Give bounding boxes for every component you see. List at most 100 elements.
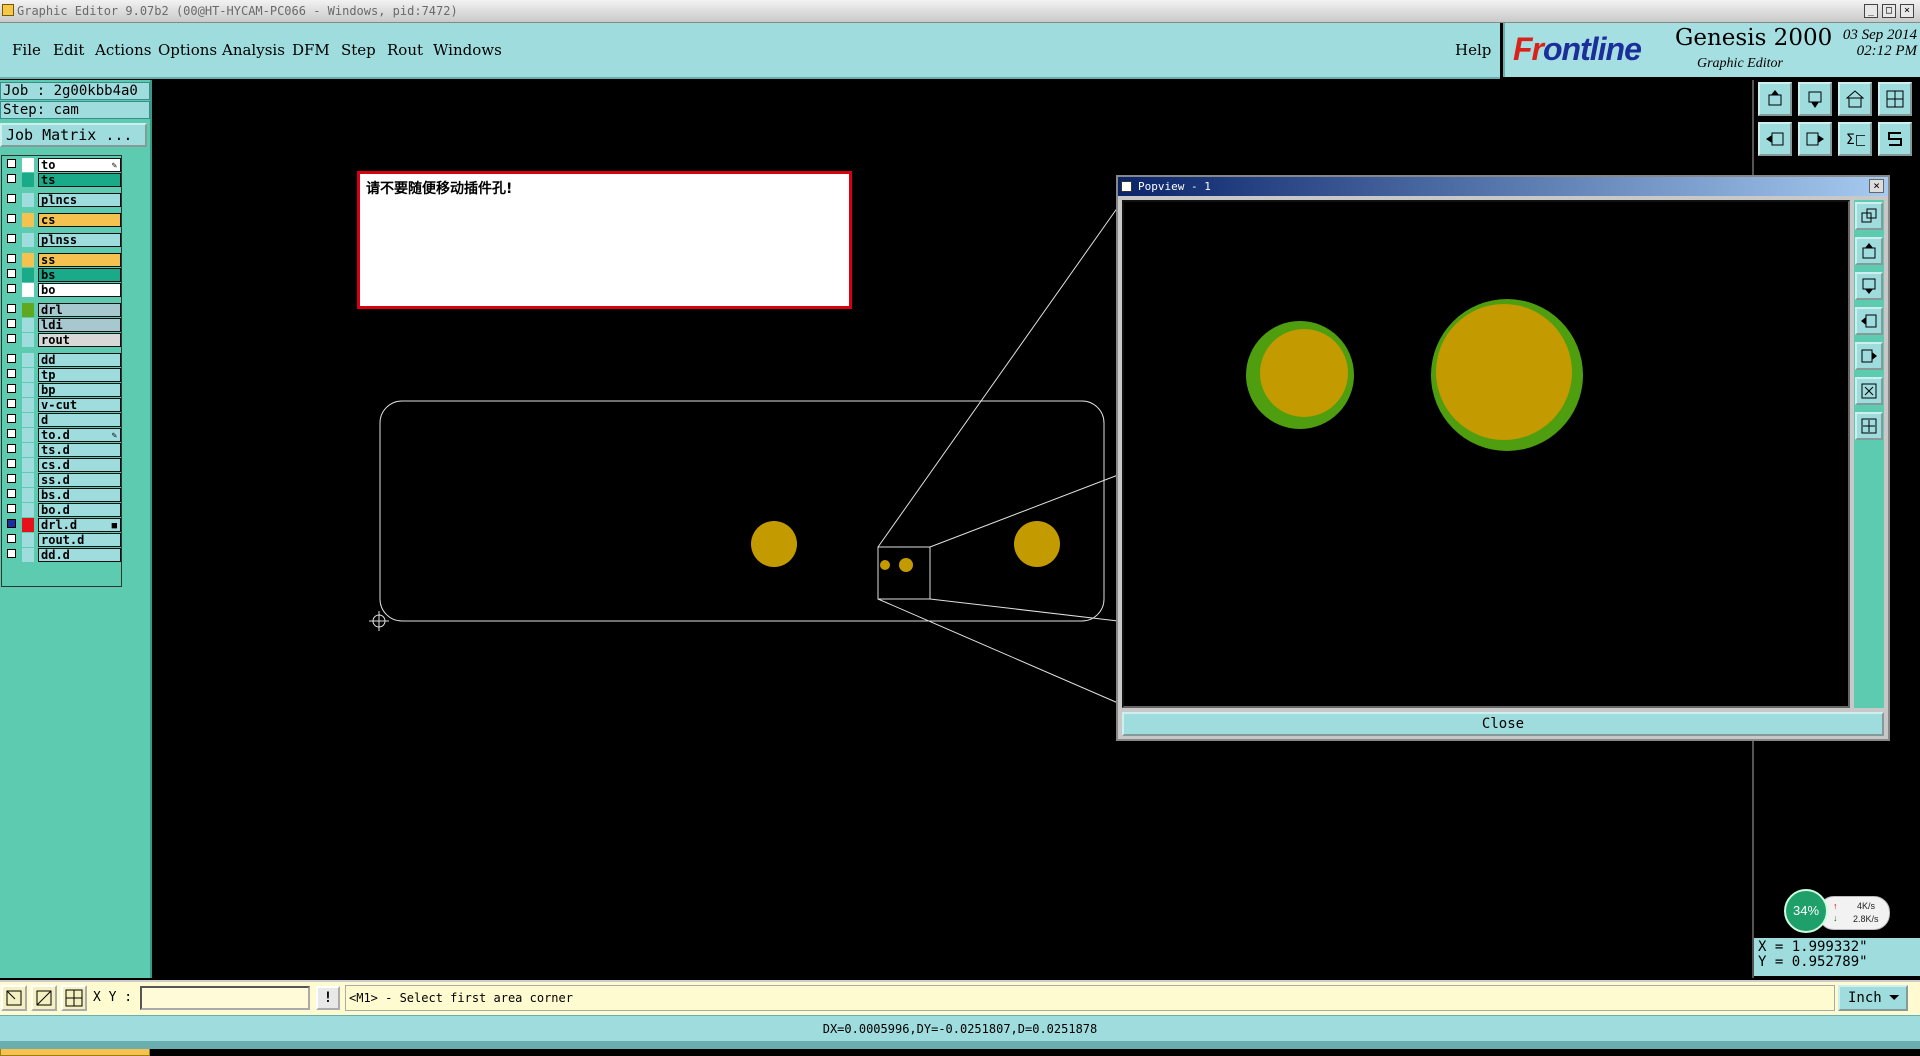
layer-name[interactable]: ts bbox=[38, 173, 121, 187]
popview-tool-3[interactable] bbox=[1855, 272, 1883, 300]
tool-button-8[interactable] bbox=[1878, 122, 1912, 156]
layer-checkbox[interactable] bbox=[7, 444, 16, 453]
popview-tool-2[interactable] bbox=[1855, 237, 1883, 265]
snap-grid-icon[interactable] bbox=[61, 985, 87, 1011]
tool-button-2[interactable] bbox=[1798, 82, 1832, 116]
tool-button-4[interactable] bbox=[1878, 82, 1912, 116]
layer-row[interactable]: dd.d bbox=[4, 548, 121, 562]
layer-checkbox[interactable] bbox=[7, 504, 16, 513]
layer-checkbox[interactable] bbox=[7, 384, 16, 393]
layer-row[interactable]: to ✎ bbox=[4, 158, 121, 172]
layer-name[interactable]: bs bbox=[38, 268, 121, 282]
tool-button-5[interactable] bbox=[1758, 122, 1792, 156]
layer-row[interactable]: dd bbox=[4, 353, 121, 367]
minimize-button[interactable]: _ bbox=[1864, 4, 1878, 18]
layer-checkbox[interactable] bbox=[7, 159, 16, 168]
layer-checkbox[interactable] bbox=[7, 399, 16, 408]
layer-checkbox[interactable] bbox=[7, 284, 16, 293]
layer-name[interactable]: bp bbox=[38, 383, 121, 397]
layer-row[interactable]: ts bbox=[4, 173, 121, 187]
tool-button-1[interactable] bbox=[1758, 82, 1792, 116]
layer-row[interactable]: bs bbox=[4, 268, 121, 282]
layer-row[interactable]: bs.d bbox=[4, 488, 121, 502]
menu-options[interactable]: Options bbox=[158, 41, 217, 59]
layer-checkbox[interactable] bbox=[7, 254, 16, 263]
layer-checkbox[interactable] bbox=[7, 534, 16, 543]
tool-button-6[interactable] bbox=[1798, 122, 1832, 156]
menu-help[interactable]: Help bbox=[1455, 41, 1491, 59]
layer-name[interactable]: rout.d bbox=[38, 533, 121, 547]
layer-row[interactable]: ldi bbox=[4, 318, 121, 332]
menu-windows[interactable]: Windows bbox=[433, 41, 502, 59]
layer-name[interactable]: dd bbox=[38, 353, 121, 367]
layer-name[interactable]: v-cut bbox=[38, 398, 121, 412]
layer-row[interactable]: bp bbox=[4, 383, 121, 397]
layer-row[interactable]: cs bbox=[4, 213, 121, 227]
popview-close-button[interactable]: Close bbox=[1122, 712, 1884, 736]
layer-name[interactable]: ss.d bbox=[38, 473, 121, 487]
layer-checkbox[interactable] bbox=[7, 414, 16, 423]
alert-icon[interactable]: ! bbox=[316, 986, 340, 1010]
layer-checkbox[interactable] bbox=[7, 334, 16, 343]
layer-row[interactable]: tp bbox=[4, 368, 121, 382]
layer-row[interactable]: ss.d bbox=[4, 473, 121, 487]
layer-checkbox[interactable] bbox=[7, 319, 16, 328]
layer-row[interactable]: rout.d bbox=[4, 533, 121, 547]
popview-tool-7[interactable] bbox=[1855, 412, 1883, 440]
layer-name[interactable]: to.d ✎ bbox=[38, 428, 121, 442]
layer-checkbox[interactable] bbox=[7, 354, 16, 363]
layer-checkbox[interactable] bbox=[7, 174, 16, 183]
layer-row[interactable]: ts.d bbox=[4, 443, 121, 457]
layer-name[interactable]: ldi bbox=[38, 318, 121, 332]
layer-name[interactable]: d bbox=[38, 413, 121, 427]
layer-name[interactable]: rout bbox=[38, 333, 121, 347]
layer-checkbox[interactable] bbox=[7, 194, 16, 203]
layer-row[interactable]: d bbox=[4, 413, 121, 427]
layer-checkbox[interactable] bbox=[7, 459, 16, 468]
popview-tool-1[interactable] bbox=[1855, 202, 1883, 230]
layer-name[interactable]: ss bbox=[38, 253, 121, 267]
menu-edit[interactable]: Edit bbox=[53, 41, 84, 59]
layer-name[interactable]: dd.d bbox=[38, 548, 121, 562]
popview-tool-6[interactable] bbox=[1855, 377, 1883, 405]
xy-input[interactable] bbox=[140, 986, 310, 1010]
layer-name[interactable]: drl bbox=[38, 303, 121, 317]
layer-row[interactable]: rout bbox=[4, 333, 121, 347]
layer-name[interactable]: bo.d bbox=[38, 503, 121, 517]
layer-name[interactable]: ts.d bbox=[38, 443, 121, 457]
layer-name[interactable]: bs.d bbox=[38, 488, 121, 502]
layer-name[interactable]: bo bbox=[38, 283, 121, 297]
measure-mode-icon[interactable] bbox=[31, 985, 57, 1011]
layer-name[interactable]: drl.d ■ bbox=[38, 518, 121, 532]
layer-checkbox[interactable] bbox=[7, 214, 16, 223]
layer-checkbox[interactable] bbox=[7, 549, 16, 558]
layer-checkbox[interactable] bbox=[7, 429, 16, 438]
layer-name[interactable]: to ✎ bbox=[38, 158, 121, 172]
layer-row[interactable]: bo.d bbox=[4, 503, 121, 517]
layer-row[interactable]: plncs bbox=[4, 193, 121, 207]
layer-name[interactable]: plnss bbox=[38, 233, 121, 247]
layer-row[interactable]: v-cut bbox=[4, 398, 121, 412]
layer-name[interactable]: cs.d bbox=[38, 458, 121, 472]
unit-selector[interactable]: Inch ⏷ bbox=[1838, 985, 1908, 1011]
layer-checkbox[interactable] bbox=[7, 369, 16, 378]
layer-name[interactable]: cs bbox=[38, 213, 121, 227]
select-mode-icon[interactable] bbox=[1, 985, 27, 1011]
network-speed-widget[interactable]: ↑ ↓ 4K/s 2.8K/s 34% bbox=[1784, 889, 1890, 933]
layer-row[interactable]: to.d ✎ bbox=[4, 428, 121, 442]
layer-checkbox[interactable] bbox=[7, 489, 16, 498]
layer-checkbox[interactable] bbox=[7, 234, 16, 243]
popview-close-icon[interactable]: × bbox=[1869, 179, 1884, 193]
layer-name[interactable]: plncs bbox=[38, 193, 121, 207]
job-matrix-button[interactable]: Job Matrix ... bbox=[0, 123, 147, 147]
layer-checkbox[interactable] bbox=[7, 269, 16, 278]
menu-analysis[interactable]: Analysis bbox=[222, 41, 285, 59]
layer-checkbox[interactable] bbox=[7, 474, 16, 483]
menu-rout[interactable]: Rout bbox=[387, 41, 423, 59]
tool-button-3[interactable] bbox=[1838, 82, 1872, 116]
menu-file[interactable]: File bbox=[12, 41, 41, 59]
maximize-button[interactable]: □ bbox=[1882, 4, 1896, 18]
popview-tool-5[interactable] bbox=[1855, 342, 1883, 370]
tool-button-7[interactable]: Σ□ bbox=[1838, 122, 1872, 156]
layer-name[interactable]: tp bbox=[38, 368, 121, 382]
